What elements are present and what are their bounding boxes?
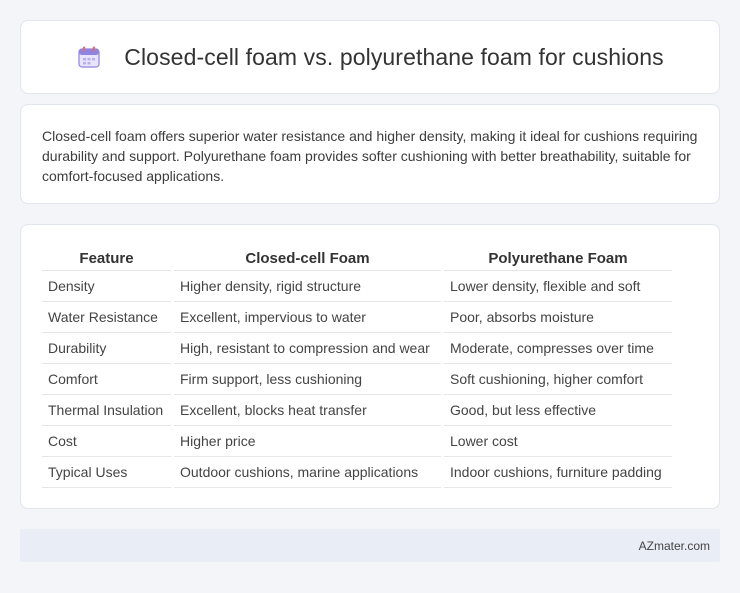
table-row: Cost Higher price Lower cost <box>42 426 672 457</box>
table-cell: Higher price <box>174 426 441 457</box>
table-row: Water Resistance Excellent, impervious t… <box>42 302 672 333</box>
table-header-row: Feature Closed-cell Foam Polyurethane Fo… <box>42 247 672 271</box>
table-cell: Indoor cushions, furniture padding <box>444 457 672 488</box>
table-cell: Poor, absorbs moisture <box>444 302 672 333</box>
table-cell: Lower cost <box>444 426 672 457</box>
table-row: Thermal Insulation Excellent, blocks hea… <box>42 395 672 426</box>
table-cell: Excellent, impervious to water <box>174 302 441 333</box>
table-cell: Typical Uses <box>42 457 171 488</box>
page-title: Closed-cell foam vs. polyurethane foam f… <box>124 43 664 70</box>
title-card: Closed-cell foam vs. polyurethane foam f… <box>20 20 720 94</box>
table-cell: Thermal Insulation <box>42 395 171 426</box>
summary-card: Closed-cell foam offers superior water r… <box>20 104 720 204</box>
table-row: Comfort Firm support, less cushioning So… <box>42 364 672 395</box>
table-cell: Water Resistance <box>42 302 171 333</box>
table-cell: Firm support, less cushioning <box>174 364 441 395</box>
summary-text: Closed-cell foam offers superior water r… <box>42 128 698 184</box>
table-cell: Lower density, flexible and soft <box>444 271 672 302</box>
footer-brand[interactable]: AZmater.com <box>639 539 710 553</box>
table-cell: Excellent, blocks heat transfer <box>174 395 441 426</box>
column-header: Polyurethane Foam <box>444 247 672 271</box>
table-row: Typical Uses Outdoor cushions, marine ap… <box>42 457 672 488</box>
column-header: Feature <box>42 247 171 271</box>
calendar-icon <box>78 46 100 68</box>
table-cell: Durability <box>42 333 171 364</box>
table-cell: High, resistant to compression and wear <box>174 333 441 364</box>
comparison-card: Feature Closed-cell Foam Polyurethane Fo… <box>20 224 720 509</box>
column-header: Closed-cell Foam <box>174 247 441 271</box>
table-cell: Outdoor cushions, marine applications <box>174 457 441 488</box>
table-cell: Soft cushioning, higher comfort <box>444 364 672 395</box>
table-row: Durability High, resistant to compressio… <box>42 333 672 364</box>
table-row: Density Higher density, rigid structure … <box>42 271 672 302</box>
table-cell: Good, but less effective <box>444 395 672 426</box>
table-cell: Higher density, rigid structure <box>174 271 441 302</box>
table-cell: Moderate, compresses over time <box>444 333 672 364</box>
table-cell: Density <box>42 271 171 302</box>
footer-bar: AZmater.com <box>20 529 720 562</box>
table-cell: Cost <box>42 426 171 457</box>
table-cell: Comfort <box>42 364 171 395</box>
comparison-table: Feature Closed-cell Foam Polyurethane Fo… <box>39 247 675 488</box>
